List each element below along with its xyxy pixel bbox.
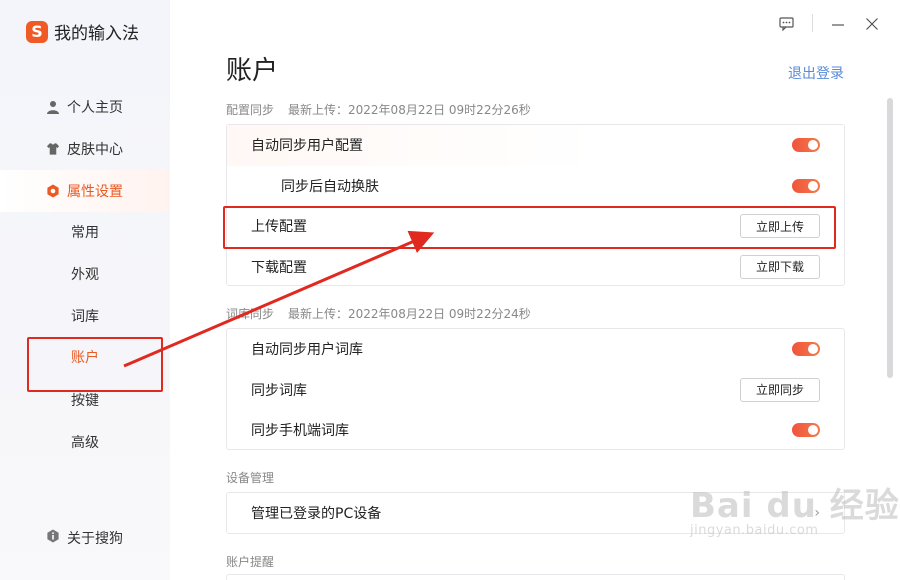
settings-window: S 我的输入法 个人主页 皮肤中心 属性设置 常用 外观 词库 账户 按键 高级 [0,0,900,580]
watermark-main: Bai du 经验 [690,486,900,526]
watermark: Bai du 经验 jingyan.baidu.com [690,478,900,538]
